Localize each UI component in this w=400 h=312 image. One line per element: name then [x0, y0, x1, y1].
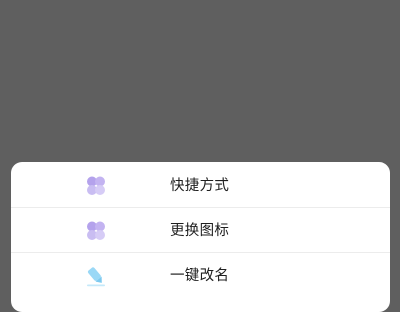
pencil-icon	[87, 267, 105, 287]
menu-item-change-icon[interactable]: 更换图标	[11, 208, 390, 253]
clover-icon	[87, 221, 105, 240]
menu-item-rename[interactable]: 一键改名	[11, 253, 390, 298]
menu-item-label: 更换图标	[170, 223, 230, 239]
clover-icon	[87, 176, 105, 195]
menu-item-label: 一键改名	[170, 268, 230, 284]
menu-item-label: 快捷方式	[170, 178, 230, 194]
action-sheet: 快捷方式 更换图标 一键改名	[11, 162, 390, 312]
menu-item-shortcut[interactable]: 快捷方式	[11, 163, 390, 208]
